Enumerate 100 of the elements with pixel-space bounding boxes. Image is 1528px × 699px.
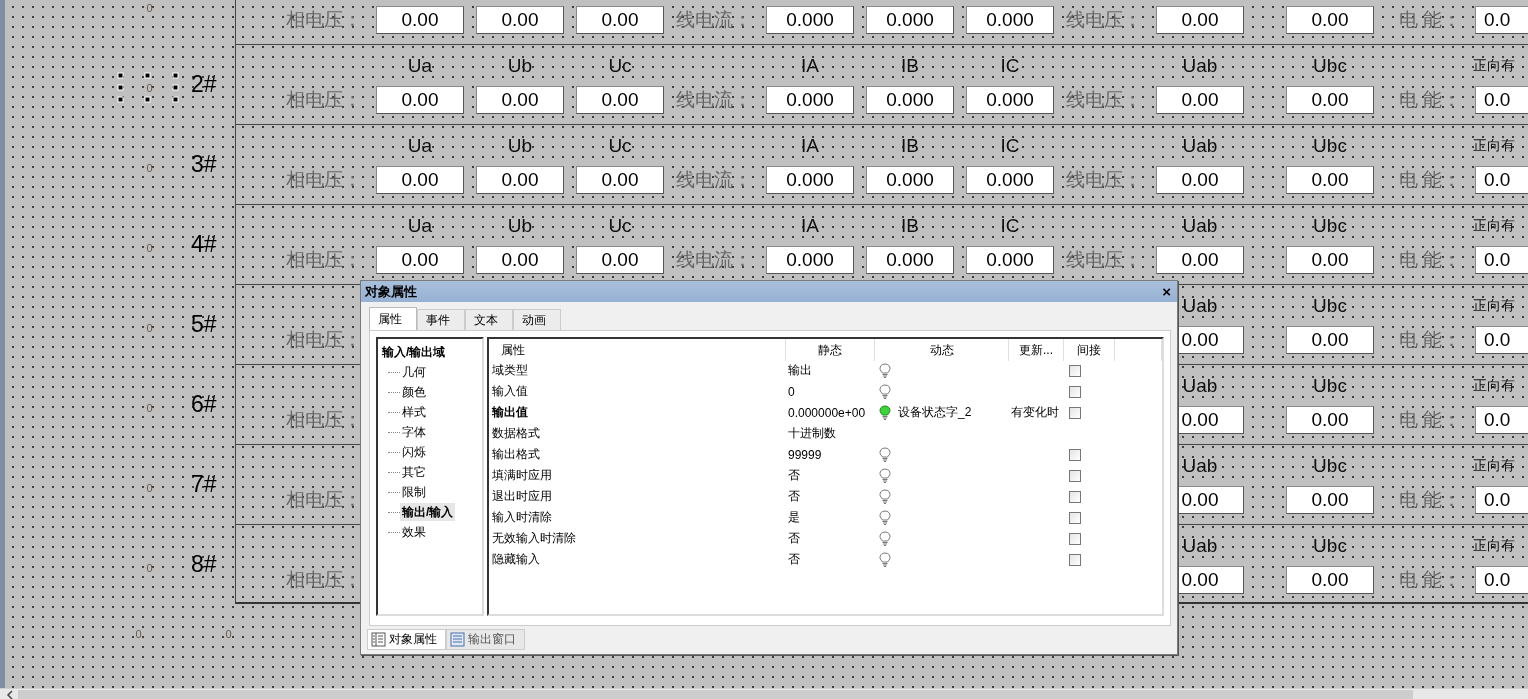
checkbox[interactable] xyxy=(1069,364,1081,377)
tree-item[interactable]: 输入/输出域 xyxy=(382,342,446,362)
value-field[interactable]: 0.00 xyxy=(476,6,564,34)
value-field[interactable]: 0.00 xyxy=(476,166,564,194)
tab[interactable]: 事件 xyxy=(417,309,465,330)
value-field[interactable]: 0.000 xyxy=(866,166,954,194)
value-field[interactable]: 0.0 xyxy=(1475,166,1528,194)
panel-tab[interactable]: 对象属性 xyxy=(367,629,446,650)
scroll-left-icon[interactable] xyxy=(6,689,14,699)
value-field[interactable]: 0.00 xyxy=(1156,6,1244,34)
selection-handles[interactable] xyxy=(117,72,180,103)
value-field[interactable]: 0.00 xyxy=(1286,486,1374,514)
value-field[interactable]: 0.000 xyxy=(766,166,854,194)
value-field[interactable]: 0.00 xyxy=(576,246,664,274)
value-field[interactable]: 0.000 xyxy=(966,166,1054,194)
value-field[interactable]: 0.00 xyxy=(376,166,464,194)
value-field[interactable]: 0.00 xyxy=(576,86,664,114)
value-field[interactable]: 0.00 xyxy=(1286,406,1374,434)
light-bulb-icon[interactable] xyxy=(879,405,891,420)
column-header: Ua xyxy=(406,214,434,237)
object-marker[interactable]: 0 xyxy=(145,482,154,494)
property-name: 填满时应用 xyxy=(491,467,552,484)
value-field[interactable]: 0.00 xyxy=(576,166,664,194)
object-marker[interactable]: 0 xyxy=(145,242,154,254)
column-header[interactable]: 间接 xyxy=(1064,339,1115,361)
light-bulb-icon[interactable] xyxy=(879,531,891,546)
scrollbar-thumb[interactable] xyxy=(18,690,1413,699)
column-header[interactable]: 更新... xyxy=(1009,339,1064,361)
value-field[interactable]: 0.000 xyxy=(766,246,854,274)
close-button[interactable]: × xyxy=(1160,283,1173,300)
light-bulb-icon[interactable] xyxy=(879,447,891,462)
value-field[interactable]: 0.000 xyxy=(866,6,954,34)
checkbox[interactable] xyxy=(1069,448,1081,461)
light-bulb-icon[interactable] xyxy=(879,363,891,378)
light-bulb-icon[interactable] xyxy=(879,510,891,525)
value-field[interactable]: 0.000 xyxy=(866,86,954,114)
tree-item[interactable]: 颜色 xyxy=(400,383,428,401)
value-field[interactable]: 0.0 xyxy=(1475,326,1528,354)
value-field[interactable]: 0.000 xyxy=(766,86,854,114)
column-header: Uab xyxy=(1181,294,1219,317)
light-bulb-icon[interactable] xyxy=(879,489,891,504)
value-field[interactable]: 0.00 xyxy=(376,6,464,34)
value-field[interactable]: 0.00 xyxy=(1286,86,1374,114)
checkbox[interactable] xyxy=(1069,385,1081,398)
value-field[interactable]: 0.0 xyxy=(1475,6,1528,34)
checkbox[interactable] xyxy=(1069,511,1081,524)
value-field[interactable]: 0.0 xyxy=(1475,566,1528,594)
tree-item[interactable]: 效果 xyxy=(400,523,428,541)
tree-item[interactable]: 限制 xyxy=(400,483,428,501)
object-marker[interactable]: 0 xyxy=(145,562,154,574)
value-field[interactable]: 0.00 xyxy=(376,246,464,274)
tree-item[interactable]: 输出/输入 xyxy=(400,503,456,521)
value-field[interactable]: 0.00 xyxy=(1286,166,1374,194)
value-field[interactable]: 0.00 xyxy=(1156,86,1244,114)
column-header[interactable]: 属性 xyxy=(489,339,786,361)
checkbox[interactable] xyxy=(1069,532,1081,545)
value-field[interactable]: 0.00 xyxy=(376,86,464,114)
value-field[interactable]: 0.00 xyxy=(476,246,564,274)
checkbox[interactable] xyxy=(1069,406,1081,419)
value-field[interactable]: 0.0 xyxy=(1475,486,1528,514)
column-header[interactable]: 动态 xyxy=(875,339,1009,361)
light-bulb-icon[interactable] xyxy=(879,384,891,399)
value-field[interactable]: 0.0 xyxy=(1475,406,1528,434)
checkbox[interactable] xyxy=(1069,490,1081,503)
value-field[interactable]: 0.000 xyxy=(766,6,854,34)
tree-item[interactable]: 几何 xyxy=(400,363,428,381)
value-field[interactable]: 0.0 xyxy=(1475,246,1528,274)
object-marker[interactable]: 0 xyxy=(134,628,143,640)
tree-item[interactable]: 字体 xyxy=(400,423,428,441)
object-marker[interactable]: 0 xyxy=(224,628,233,640)
value-field[interactable]: 0.000 xyxy=(966,246,1054,274)
tree-item[interactable]: 其它 xyxy=(400,463,428,481)
value-field[interactable]: 0.00 xyxy=(1156,246,1244,274)
tree-item[interactable]: 闪烁 xyxy=(400,443,428,461)
light-bulb-icon[interactable] xyxy=(879,552,891,567)
value-field[interactable]: 0.00 xyxy=(576,6,664,34)
tree-item[interactable]: 样式 xyxy=(400,403,428,421)
value-field[interactable]: 0.00 xyxy=(1286,246,1374,274)
object-marker[interactable]: 0 xyxy=(145,402,154,414)
value-field[interactable]: 0.000 xyxy=(966,86,1054,114)
column-header[interactable]: 静态 xyxy=(786,339,875,361)
tab[interactable]: 文本 xyxy=(465,309,513,330)
panel-tab[interactable]: 输出窗口 xyxy=(446,629,525,650)
checkbox[interactable] xyxy=(1069,469,1081,482)
tab[interactable]: 属性 xyxy=(369,307,417,330)
light-bulb-icon[interactable] xyxy=(879,468,891,483)
checkbox[interactable] xyxy=(1069,553,1081,566)
value-field[interactable]: 0.00 xyxy=(476,86,564,114)
value-field[interactable]: 0.00 xyxy=(1286,566,1374,594)
value-field[interactable]: 0.00 xyxy=(1286,326,1374,354)
value-field[interactable]: 0.00 xyxy=(1156,166,1244,194)
value-field[interactable]: 0.00 xyxy=(1286,6,1374,34)
object-marker[interactable]: 0 xyxy=(145,322,154,334)
value-field[interactable]: 0.000 xyxy=(866,246,954,274)
object-marker[interactable]: 0 xyxy=(145,2,154,14)
object-marker[interactable]: 0 xyxy=(145,162,154,174)
tab[interactable]: 动画 xyxy=(513,309,561,330)
object-marker[interactable]: 0 xyxy=(145,82,154,94)
value-field[interactable]: 0.000 xyxy=(966,6,1054,34)
value-field[interactable]: 0.0 xyxy=(1475,86,1528,114)
